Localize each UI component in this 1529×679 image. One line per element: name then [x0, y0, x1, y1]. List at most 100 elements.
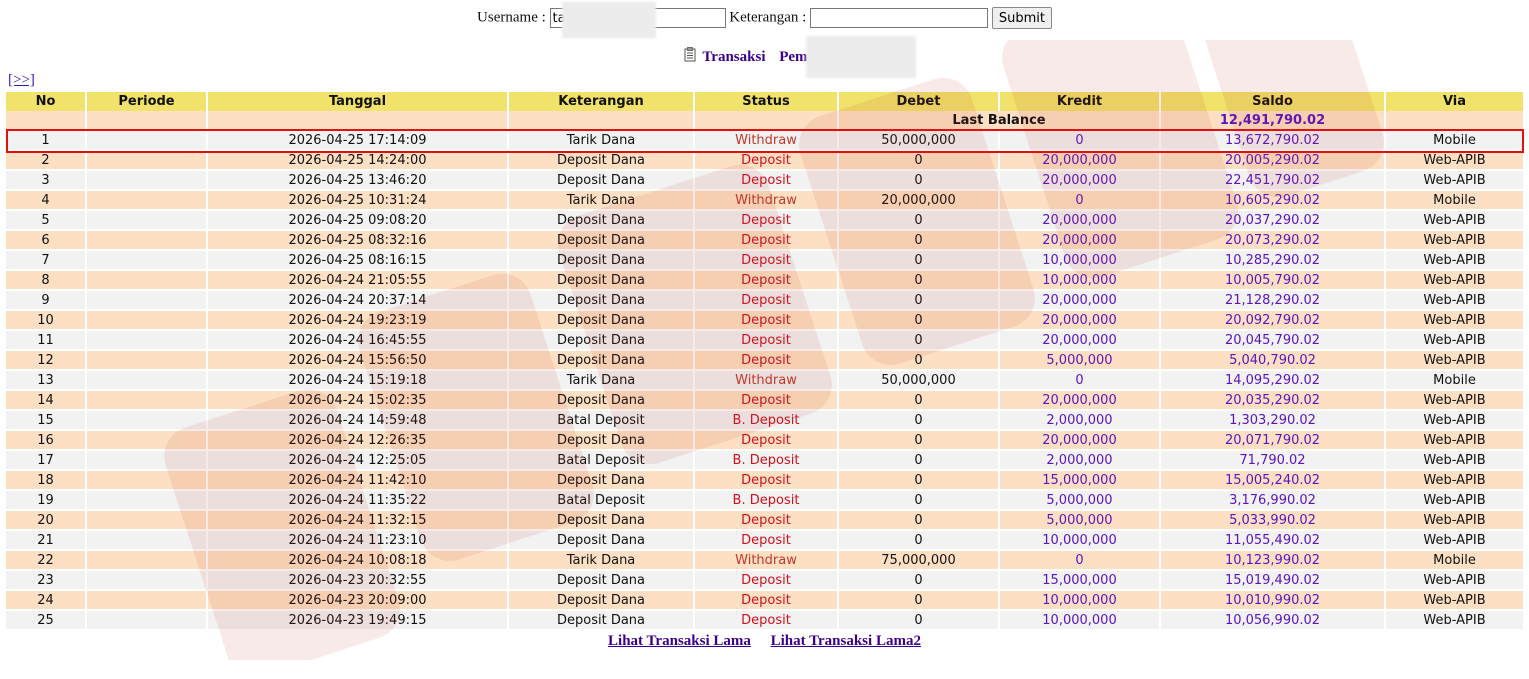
cell-tanggal: 2026-04-24 12:25:05 — [207, 450, 509, 471]
cell-via: Web-APIB — [1385, 230, 1525, 251]
cell-via: Web-APIB — [1385, 510, 1525, 531]
cell-status: Deposit — [694, 330, 839, 351]
cell-kredit: 5,000,000 — [999, 350, 1161, 371]
cell-saldo: 14,095,290.02 — [1160, 370, 1386, 391]
submit-button[interactable]: Submit — [991, 7, 1052, 29]
cell-tanggal: 2026-04-25 13:46:20 — [207, 170, 509, 191]
cell-saldo: 10,010,990.02 — [1160, 590, 1386, 611]
cell-debet: 0 — [838, 230, 1000, 251]
cell-status: B. Deposit — [694, 410, 839, 431]
table-row: 13 2026-04-24 15:19:18 Tarik Dana Withdraw 5… — [6, 370, 1525, 391]
cell-periode — [86, 210, 208, 231]
cell-saldo: 10,056,990.02 — [1160, 610, 1386, 631]
cell-periode — [86, 150, 208, 171]
cell-kredit: 2,000,000 — [999, 410, 1161, 431]
cell-tanggal: 2026-04-24 15:56:50 — [207, 350, 509, 371]
table-row: 20 2026-04-24 11:32:15 Deposit Dana Deposit… — [6, 510, 1525, 531]
table-row: 7 2026-04-25 08:16:15 Deposit Dana Deposit 0… — [6, 250, 1525, 271]
cell-keterangan: Deposit Dana — [508, 310, 695, 331]
cell-keterangan: Deposit Dana — [508, 430, 695, 451]
cell-tanggal: 2026-04-25 17:14:09 — [207, 130, 509, 151]
cell-no: 7 — [6, 250, 87, 271]
cell-keterangan: Deposit Dana — [508, 350, 695, 371]
cell-keterangan: Tarik Dana — [508, 370, 695, 391]
cell-via: Mobile — [1385, 130, 1525, 151]
cell-no: 10 — [6, 310, 87, 331]
old-transactions-link[interactable]: Lihat Transaksi Lama — [608, 633, 751, 649]
cell-periode — [86, 290, 208, 311]
cell-kredit: 20,000,000 — [999, 210, 1161, 231]
cell-via: Web-APIB — [1385, 450, 1525, 471]
table-row: 8 2026-04-24 21:05:55 Deposit Dana Deposit 0… — [6, 270, 1525, 291]
cell-keterangan: Deposit Dana — [508, 530, 695, 551]
cell-debet: 0 — [838, 490, 1000, 511]
cell-tanggal: 2026-04-24 14:59:48 — [207, 410, 509, 431]
table-row: 2 2026-04-25 14:24:00 Deposit Dana Deposit 0… — [6, 150, 1525, 171]
keterangan-input[interactable] — [810, 8, 989, 28]
cell-via: Web-APIB — [1385, 350, 1525, 371]
cell-status: Withdraw — [694, 370, 839, 391]
cell-tanggal: 2026-04-24 19:23:19 — [207, 310, 509, 331]
cell-tanggal: 2026-04-24 12:26:35 — [207, 430, 509, 451]
cell-via: Web-APIB — [1385, 470, 1525, 491]
cell-via: Web-APIB — [1385, 150, 1525, 171]
cell-no: 23 — [6, 570, 87, 591]
cell-keterangan: Deposit Dana — [508, 470, 695, 491]
next-page-link[interactable]: [>>] — [8, 72, 35, 89]
cell-tanggal: 2026-04-23 20:09:00 — [207, 590, 509, 611]
table-row: 5 2026-04-25 09:08:20 Deposit Dana Deposit 0… — [6, 210, 1525, 231]
cell-kredit: 20,000,000 — [999, 150, 1161, 171]
cell-keterangan: Deposit Dana — [508, 170, 695, 191]
cell-periode — [86, 510, 208, 531]
cell-debet: 0 — [838, 290, 1000, 311]
cell-saldo: 5,033,990.02 — [1160, 510, 1386, 531]
cell-keterangan: Deposit Dana — [508, 590, 695, 611]
transactions-table: No Periode Tanggal Keterangan Status Debet Kre… — [6, 92, 1525, 631]
table-row: 4 2026-04-25 10:31:24 Tarik Dana Withdraw 20… — [6, 190, 1525, 211]
cell-status: Deposit — [694, 570, 839, 591]
cell-saldo: 10,605,290.02 — [1160, 190, 1386, 211]
cell-saldo: 3,176,990.02 — [1160, 490, 1386, 511]
cell-tanggal: 2026-04-25 14:24:00 — [207, 150, 509, 171]
cell-keterangan: Deposit Dana — [508, 330, 695, 351]
cell-no: 16 — [6, 430, 87, 451]
cell-saldo: 1,303,290.02 — [1160, 410, 1386, 431]
cell-keterangan: Batal Deposit — [508, 410, 695, 431]
cell-status: Deposit — [694, 430, 839, 451]
cell-debet: 0 — [838, 150, 1000, 171]
cell-status: Deposit — [694, 470, 839, 491]
cell-status: Deposit — [694, 350, 839, 371]
cell-periode — [86, 430, 208, 451]
column-header-saldo: Saldo — [1160, 92, 1386, 111]
cell-keterangan: Deposit Dana — [508, 510, 695, 531]
table-row: 25 2026-04-23 19:49:15 Deposit Dana Deposit… — [6, 610, 1525, 631]
old-transactions-link-2[interactable]: Lihat Transaksi Lama2 — [771, 633, 921, 649]
cell-keterangan: Tarik Dana — [508, 130, 695, 151]
cell-kredit: 0 — [999, 190, 1161, 211]
last-balance-value: 12,491,790.02 — [1160, 111, 1386, 131]
cell-status: B. Deposit — [694, 490, 839, 511]
column-header-tanggal: Tanggal — [207, 92, 509, 111]
column-header-periode: Periode — [86, 92, 208, 111]
cell-status: B. Deposit — [694, 450, 839, 471]
cell-status: Deposit — [694, 270, 839, 291]
cell-via: Web-APIB — [1385, 570, 1525, 591]
cell-tanggal: 2026-04-24 15:19:18 — [207, 370, 509, 391]
cell-tanggal: 2026-04-24 11:23:10 — [207, 530, 509, 551]
cell-via: Mobile — [1385, 550, 1525, 571]
cell-debet: 0 — [838, 530, 1000, 551]
last-balance-label: Last Balance — [838, 111, 1161, 131]
cell-periode — [86, 470, 208, 491]
cell-debet: 0 — [838, 170, 1000, 191]
cell-status: Deposit — [694, 210, 839, 231]
cell-no: 18 — [6, 470, 87, 491]
cell-kredit: 0 — [999, 550, 1161, 571]
cell-saldo: 10,005,790.02 — [1160, 270, 1386, 291]
cell-status: Deposit — [694, 150, 839, 171]
cell-via: Web-APIB — [1385, 410, 1525, 431]
cell-via: Web-APIB — [1385, 270, 1525, 291]
cell-via: Mobile — [1385, 190, 1525, 211]
cell-debet: 0 — [838, 310, 1000, 331]
redacted-pemain — [806, 36, 916, 78]
cell-periode — [86, 450, 208, 471]
